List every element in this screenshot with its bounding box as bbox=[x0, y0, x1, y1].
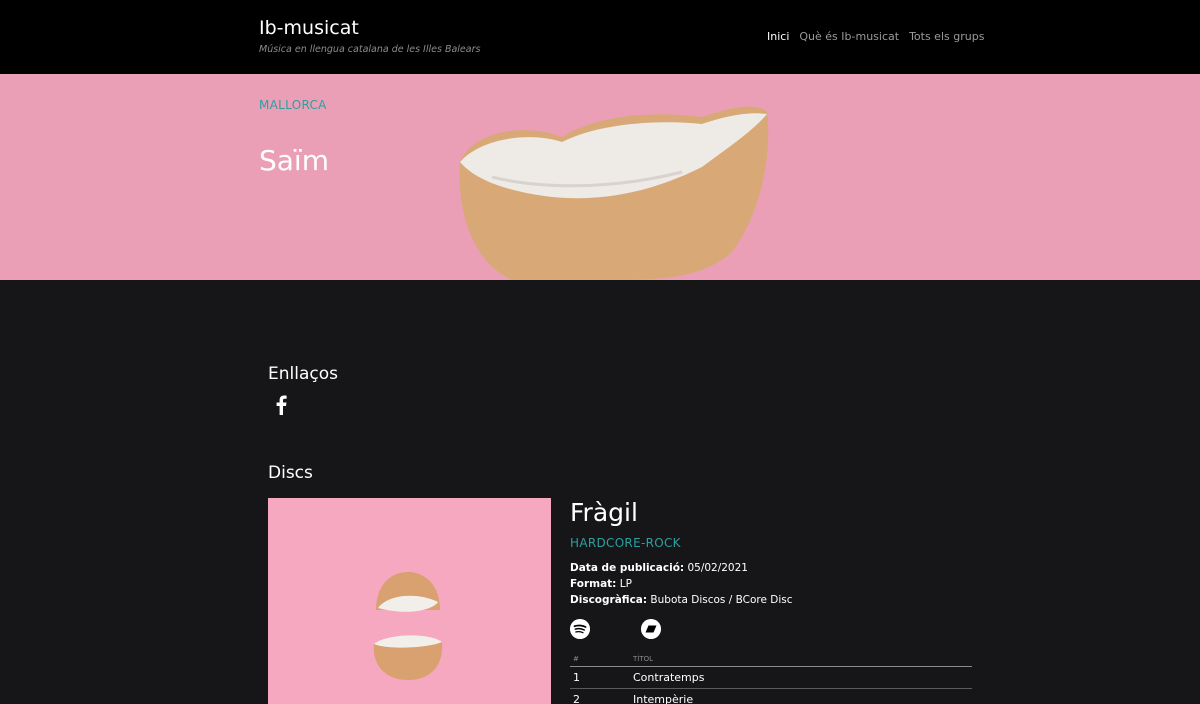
table-row: 2 Intempèrie bbox=[570, 689, 972, 704]
album-genre[interactable]: HARDCORE-ROCK bbox=[570, 536, 681, 550]
site-title[interactable]: Ib-musicat bbox=[259, 17, 359, 39]
bandcamp-icon[interactable] bbox=[641, 619, 661, 639]
cracked-egg-image bbox=[373, 572, 443, 680]
nav-item-que-es[interactable]: Què és Ib-musicat bbox=[799, 30, 899, 43]
discs-heading: Discs bbox=[268, 463, 313, 483]
album-cover[interactable] bbox=[268, 498, 551, 704]
album-title: Fràgil bbox=[570, 498, 638, 527]
nav-item-tots-els-grups[interactable]: Tots els grups bbox=[909, 30, 984, 43]
format-label: Format: bbox=[570, 578, 617, 590]
column-header-number: # bbox=[573, 655, 579, 663]
region-label[interactable]: MALLORCA bbox=[259, 98, 327, 112]
main-nav: Inici Què és Ib-musicat Tots els grups bbox=[767, 30, 984, 43]
site-tagline: Música en llengua catalana de les Illes … bbox=[259, 44, 481, 55]
site-header: Ib-musicat Música en llengua catalana de… bbox=[0, 0, 1200, 74]
format-value: LP bbox=[619, 578, 632, 590]
track-number: 2 bbox=[573, 693, 580, 704]
track-number: 1 bbox=[573, 671, 580, 684]
record-label-label: Discogràfica: bbox=[570, 594, 648, 606]
table-row: 1 Contratemps bbox=[570, 667, 972, 689]
facebook-icon[interactable] bbox=[273, 395, 289, 415]
tracklist-header: # TÍTOL bbox=[570, 652, 972, 667]
format-line: Format: LP bbox=[570, 578, 632, 590]
links-heading: Enllaços bbox=[268, 364, 338, 384]
record-label-value: Bubota Discos / BCore Disc bbox=[650, 594, 793, 606]
nav-item-inici[interactable]: Inici bbox=[767, 30, 789, 43]
track-title: Contratemps bbox=[633, 671, 705, 684]
band-name: Saïm bbox=[259, 144, 329, 177]
tracklist-table: # TÍTOL 1 Contratemps 2 Intempèrie bbox=[570, 652, 972, 704]
record-label-line: Discogràfica: Bubota Discos / BCore Disc bbox=[570, 594, 793, 606]
column-header-title: TÍTOL bbox=[633, 655, 654, 663]
release-date-value: 05/02/2021 bbox=[687, 562, 748, 574]
track-title: Intempèrie bbox=[633, 693, 694, 704]
release-date-line: Data de publicació: 05/02/2021 bbox=[570, 562, 748, 574]
egg-shell-image bbox=[459, 106, 769, 280]
hero-banner: MALLORCA Saïm bbox=[0, 74, 1200, 280]
release-date-label: Data de publicació: bbox=[570, 562, 685, 574]
spotify-icon[interactable] bbox=[570, 619, 590, 639]
